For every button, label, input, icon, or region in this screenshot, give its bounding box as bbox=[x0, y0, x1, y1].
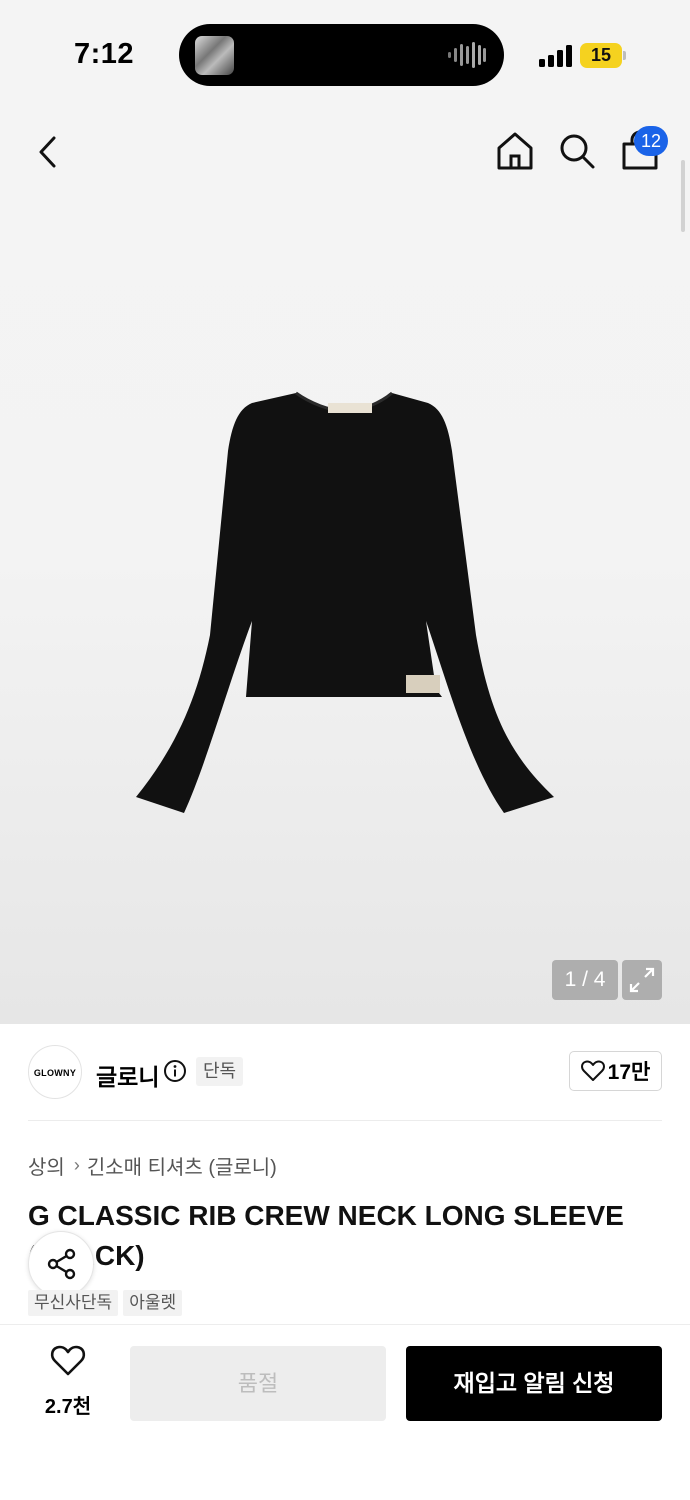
restock-alert-button[interactable]: 재입고 알림 신청 bbox=[406, 1346, 662, 1421]
heart-icon bbox=[50, 1345, 86, 1376]
product-detail-page: 7:12 15 12 1 / 4 GLOWNY 글로니 단독 17만 상의 › … bbox=[0, 0, 690, 1500]
tag-item: 무신사단독 bbox=[28, 1290, 119, 1316]
scroll-indicator bbox=[681, 160, 685, 232]
product-tags: 무신사단독 아울렛 bbox=[28, 1290, 183, 1316]
cart-count-badge: 12 bbox=[634, 126, 668, 156]
breadcrumb: 상의 › 긴소매 티셔츠 (글로니) bbox=[28, 1151, 277, 1180]
wishlist-button[interactable]: 2.7천 bbox=[28, 1345, 108, 1421]
search-icon bbox=[560, 134, 595, 169]
wishlist-count: 2.7천 bbox=[44, 1396, 92, 1418]
home-icon bbox=[497, 132, 533, 170]
battery-cap bbox=[623, 51, 626, 60]
signal-icon bbox=[539, 45, 572, 67]
dynamic-island bbox=[179, 24, 504, 86]
brand-like-count: 17만 bbox=[607, 1061, 651, 1084]
heart-icon bbox=[580, 1060, 605, 1081]
share-icon bbox=[47, 1248, 76, 1280]
battery-indicator: 15 bbox=[580, 43, 622, 68]
brand-logo[interactable]: GLOWNY bbox=[28, 1045, 82, 1099]
product-photo[interactable] bbox=[130, 385, 560, 815]
brand-like-button[interactable]: 17만 bbox=[569, 1051, 662, 1091]
expand-image-button[interactable] bbox=[622, 960, 662, 1000]
tag-item: 아울렛 bbox=[123, 1290, 183, 1316]
back-icon bbox=[39, 136, 56, 168]
divider bbox=[28, 1120, 662, 1121]
back-button[interactable] bbox=[32, 130, 68, 174]
info-icon[interactable] bbox=[163, 1059, 187, 1083]
image-counter: 1 / 4 bbox=[552, 960, 618, 1000]
brand-name[interactable]: 글로니 bbox=[96, 1058, 159, 1092]
breadcrumb-category[interactable]: 상의 bbox=[28, 1151, 65, 1180]
now-playing-thumbnail bbox=[195, 36, 234, 75]
chevron-right-icon: › bbox=[73, 1155, 80, 1175]
exclusive-badge: 단독 bbox=[196, 1057, 244, 1086]
expand-icon bbox=[629, 967, 655, 993]
product-title: G CLASSIC RIB CREW NECK LONG SLEEVE (BLA… bbox=[28, 1200, 624, 1271]
search-button[interactable] bbox=[556, 130, 598, 172]
share-button[interactable] bbox=[28, 1231, 94, 1297]
breadcrumb-subcategory[interactable]: 긴소매 티셔츠 (글로니) bbox=[87, 1151, 277, 1180]
home-button[interactable] bbox=[494, 130, 536, 172]
soldout-button: 품절 bbox=[130, 1346, 386, 1421]
audio-wave-icon bbox=[448, 42, 486, 68]
status-time: 7:12 bbox=[74, 38, 135, 70]
